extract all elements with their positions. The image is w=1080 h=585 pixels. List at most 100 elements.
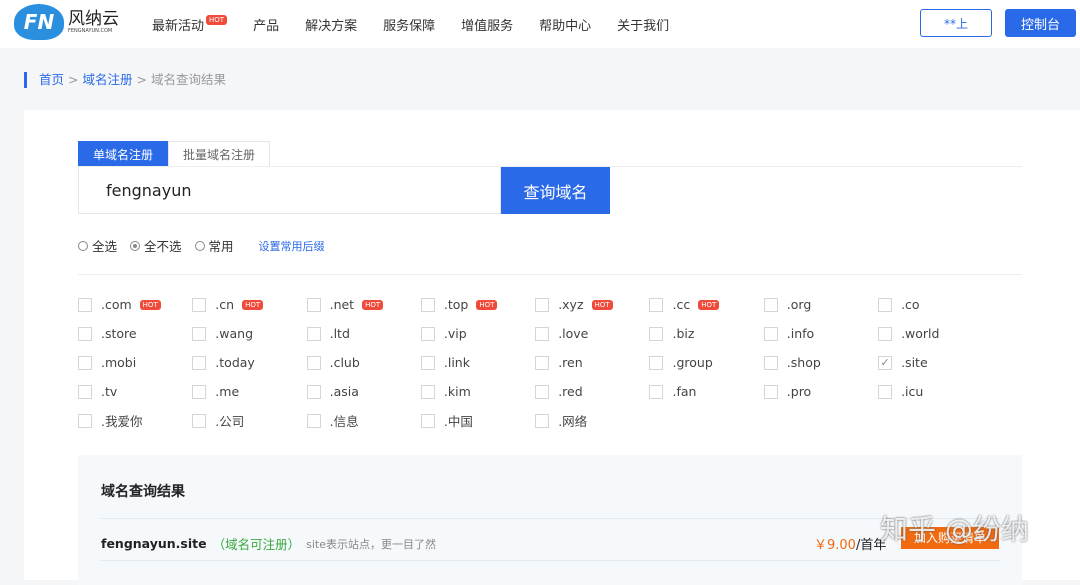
breadcrumb-domain-reg[interactable]: 域名注册	[82, 72, 132, 87]
suffix-option[interactable]: .mobi	[78, 348, 192, 377]
suffix-option[interactable]: .club	[306, 348, 421, 377]
checkbox[interactable]	[306, 326, 321, 341]
suffix-option[interactable]: .公司	[192, 406, 306, 435]
checkbox[interactable]: ✓	[878, 355, 893, 370]
checkbox[interactable]	[535, 384, 550, 399]
hot-badge: HOT	[698, 299, 720, 310]
suffix-option[interactable]: .ren	[535, 348, 649, 377]
checkbox[interactable]	[535, 413, 550, 428]
suffix-option[interactable]: .ltd	[306, 319, 421, 348]
suffix-option[interactable]: .link	[420, 348, 535, 377]
checkbox[interactable]	[420, 384, 435, 399]
suffix-option[interactable]: .world	[878, 319, 992, 348]
suffix-option[interactable]: .icu	[878, 377, 992, 406]
checkbox[interactable]	[192, 413, 207, 428]
suffix-option[interactable]: ✓ .site	[878, 348, 992, 377]
checkbox[interactable]	[420, 355, 435, 370]
suffix-option[interactable]: .net HOT	[306, 290, 421, 319]
add-to-cart-button[interactable]: 加入购买清单	[901, 527, 999, 549]
checkbox[interactable]	[306, 413, 321, 428]
checkbox[interactable]	[420, 413, 435, 428]
suffix-option[interactable]: .com HOT	[78, 290, 192, 319]
nav-item[interactable]: 服务保障	[383, 15, 435, 34]
suffix-option[interactable]: .vip	[420, 319, 535, 348]
checkbox[interactable]	[878, 384, 893, 399]
checkbox[interactable]	[78, 326, 92, 341]
tab-batch[interactable]: 批量域名注册	[168, 141, 271, 167]
checkbox[interactable]	[649, 384, 664, 399]
suffix-option[interactable]: .love	[535, 319, 649, 348]
checkbox[interactable]	[192, 355, 207, 370]
radio-icon[interactable]	[130, 240, 141, 251]
suffix-option[interactable]: .red	[535, 377, 649, 406]
suffix-option[interactable]: .me	[192, 377, 306, 406]
suffix-option[interactable]: .today	[192, 348, 306, 377]
checkbox[interactable]	[78, 384, 92, 399]
suffix-option[interactable]: .org	[763, 290, 878, 319]
checkbox[interactable]	[192, 384, 207, 399]
breadcrumb-home[interactable]: 首页	[39, 72, 64, 87]
checkbox[interactable]	[878, 326, 893, 341]
login-button[interactable]: **上	[920, 9, 992, 37]
nav-item[interactable]: 关于我们	[617, 15, 669, 34]
checkbox[interactable]	[306, 384, 321, 399]
checkbox[interactable]	[535, 297, 550, 312]
checkbox[interactable]	[192, 326, 207, 341]
set-common-suffix-link[interactable]: 设置常用后缀	[259, 238, 325, 254]
suffix-option[interactable]: .xyz HOT	[535, 290, 649, 319]
suffix-option[interactable]: .top HOT	[420, 290, 535, 319]
checkbox[interactable]	[78, 413, 92, 428]
radio-option[interactable]: 全不选	[130, 236, 182, 255]
checkbox[interactable]	[420, 297, 435, 312]
suffix-option[interactable]: .pro	[763, 377, 878, 406]
checkbox[interactable]	[306, 355, 321, 370]
logo[interactable]: FN 风纳云 FENGNAYUN.COM	[14, 4, 119, 40]
checkbox[interactable]	[192, 297, 207, 312]
suffix-option[interactable]: .中国	[420, 406, 535, 435]
radio-icon[interactable]	[194, 240, 205, 251]
suffix-option[interactable]: .co	[878, 290, 992, 319]
checkbox[interactable]	[535, 326, 550, 341]
suffix-option[interactable]: .biz	[649, 319, 763, 348]
domain-search-input[interactable]: fengnayun	[78, 167, 501, 214]
checkbox[interactable]	[763, 297, 778, 312]
nav-item[interactable]: 解决方案	[305, 15, 357, 34]
checkbox[interactable]	[78, 355, 92, 370]
nav-item[interactable]: 产品	[253, 15, 279, 34]
suffix-option[interactable]: .store	[78, 319, 192, 348]
suffix-option[interactable]: .kim	[420, 377, 535, 406]
suffix-option[interactable]: .信息	[306, 406, 421, 435]
search-domain-button[interactable]: 查询域名	[501, 167, 610, 214]
suffix-option[interactable]: .asia	[306, 377, 421, 406]
checkbox[interactable]	[763, 384, 778, 399]
checkbox[interactable]	[420, 326, 435, 341]
checkbox[interactable]	[306, 297, 321, 312]
suffix-option[interactable]: .shop	[763, 348, 878, 377]
checkbox[interactable]	[763, 326, 778, 341]
suffix-option[interactable]: .我爱你	[78, 406, 192, 435]
checkbox[interactable]	[763, 355, 778, 370]
suffix-label: .ren	[558, 355, 583, 370]
suffix-option[interactable]: .fan	[649, 377, 763, 406]
checkbox[interactable]	[878, 297, 893, 312]
suffix-option[interactable]: .info	[763, 319, 878, 348]
radio-option[interactable]: 全选	[78, 236, 117, 255]
suffix-option[interactable]: .网络	[535, 406, 649, 435]
suffix-option[interactable]: .cn HOT	[192, 290, 306, 319]
nav-item[interactable]: 最新活动 HOT	[152, 15, 228, 34]
checkbox[interactable]	[535, 355, 550, 370]
suffix-option[interactable]: .cc HOT	[649, 290, 763, 319]
checkbox[interactable]	[78, 297, 92, 312]
console-button[interactable]: 控制台	[1005, 9, 1076, 37]
checkbox[interactable]	[649, 355, 664, 370]
suffix-option[interactable]: .wang	[192, 319, 306, 348]
nav-item[interactable]: 帮助中心	[539, 15, 591, 34]
suffix-option[interactable]: .tv	[78, 377, 192, 406]
suffix-option[interactable]: .group	[649, 348, 763, 377]
nav-item[interactable]: 增值服务	[461, 15, 513, 34]
radio-icon[interactable]	[78, 240, 88, 251]
checkbox[interactable]	[649, 297, 664, 312]
tab-single[interactable]: 单域名注册	[78, 141, 169, 167]
radio-option[interactable]: 常用	[194, 236, 234, 255]
checkbox[interactable]	[649, 326, 664, 341]
